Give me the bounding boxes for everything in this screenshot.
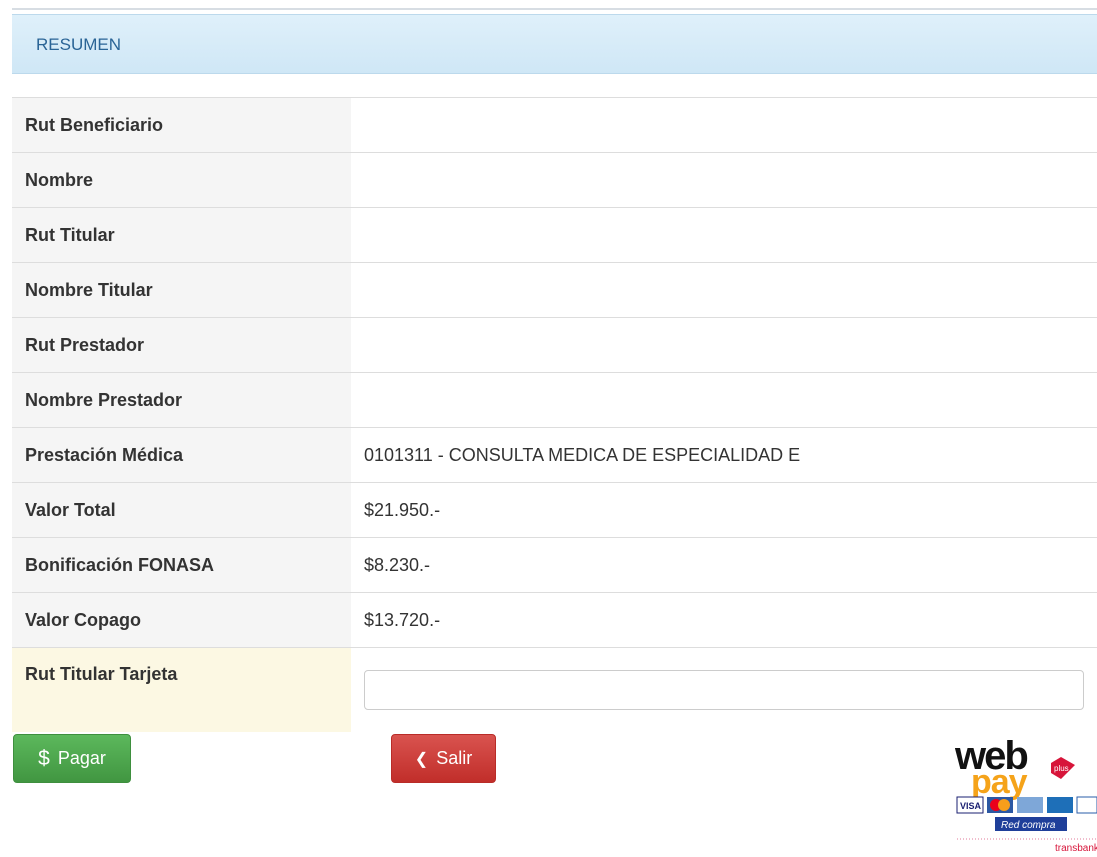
row-label: Nombre Prestador — [12, 372, 351, 428]
table-row: Valor Copago $13.720.- — [12, 592, 1097, 648]
row-value: 0101311 - CONSULTA MEDICA DE ESPECIALIDA… — [351, 427, 1097, 483]
row-value — [351, 262, 1097, 318]
row-value: $8.230.- — [351, 537, 1097, 593]
row-value: $13.720.- — [351, 592, 1097, 648]
row-label: Rut Beneficiario — [12, 97, 351, 153]
table-row: Prestación Médica 0101311 - CONSULTA MEDI… — [12, 427, 1097, 483]
table-row: Nombre — [12, 152, 1097, 208]
visa-mark: VISA — [960, 801, 982, 811]
exit-button-label: Salir — [436, 748, 473, 768]
table-row: Valor Total $21.950.- — [12, 482, 1097, 538]
table-row: Nombre Titular — [12, 262, 1097, 318]
top-divider — [12, 8, 1097, 10]
dollar-icon: $ — [38, 746, 50, 770]
table-row: Rut Titular — [12, 207, 1097, 263]
card-holder-row: Rut Titular Tarjeta — [12, 647, 1097, 732]
row-value — [351, 97, 1097, 153]
table-row: Rut Beneficiario — [12, 97, 1097, 153]
table-row: Rut Prestador — [12, 317, 1097, 373]
row-label: Valor Copago — [12, 592, 351, 648]
row-label: Valor Total — [12, 482, 351, 538]
redcompra-text: Red compra — [1001, 820, 1056, 831]
card-holder-label: Rut Titular Tarjeta — [12, 647, 351, 732]
row-label: Prestación Médica — [12, 427, 351, 483]
row-value — [351, 317, 1097, 373]
panel-header: RESUMEN — [12, 14, 1097, 74]
exit-button[interactable]: ❮ Salir — [391, 734, 496, 783]
logo-word-pay: pay — [971, 763, 1028, 801]
panel-title: RESUMEN — [36, 35, 122, 54]
row-value — [351, 152, 1097, 208]
table-row: Bonificación FONASA $8.230.- — [12, 537, 1097, 593]
row-value: $21.950.- — [351, 482, 1097, 538]
transbank-text: transbank — [1055, 843, 1097, 854]
table-row: Nombre Prestador — [12, 372, 1097, 428]
pay-button[interactable]: $ Pagar — [13, 734, 131, 783]
pay-button-label: Pagar — [57, 748, 106, 768]
row-label: Nombre Titular — [12, 262, 351, 318]
webpay-plus-logo: web pay plus VISA Red compra transbank — [955, 735, 1097, 854]
logo-badge-plus: plus — [1054, 764, 1069, 773]
row-value — [351, 372, 1097, 428]
row-label: Nombre — [12, 152, 351, 208]
card-holder-rut-input[interactable] — [364, 670, 1084, 710]
row-label: Rut Titular — [12, 207, 351, 263]
summary-table: Rut Beneficiario Nombre Rut Titular Nomb… — [12, 97, 1097, 732]
row-value — [351, 207, 1097, 263]
row-label: Bonificación FONASA — [12, 537, 351, 593]
card-holder-cell — [351, 647, 1097, 732]
card-brands-row: VISA — [956, 796, 1097, 814]
row-label: Rut Prestador — [12, 317, 351, 373]
chevron-left-icon: ❮ — [414, 750, 429, 768]
